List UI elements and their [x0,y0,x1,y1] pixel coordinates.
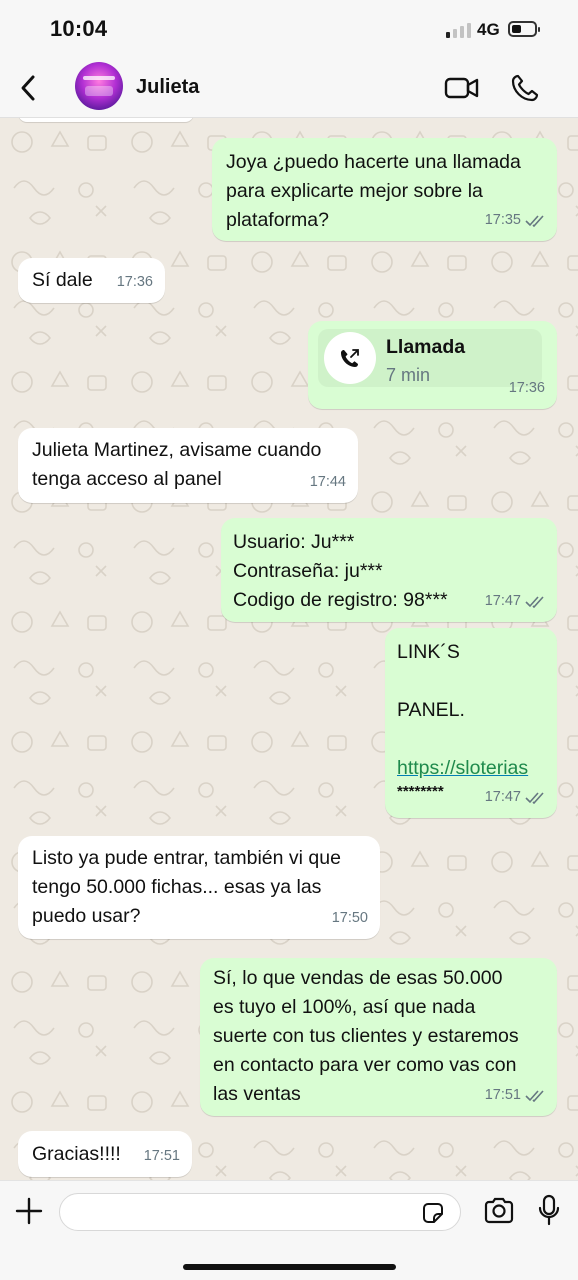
previous-message-bubble [18,118,194,122]
message-time: 17:51 [484,1087,521,1103]
message-text: Usuario: Ju*** Contraseña: ju*** Codigo … [233,531,448,611]
message-time: 17:35 [484,212,521,228]
video-call-button[interactable] [444,74,480,102]
message-bubble-incoming[interactable]: Listo ya pude entrar, también vi que ten… [18,836,380,939]
message-meta: 17:44 [310,468,346,497]
message-bubble-outgoing-link[interactable]: LINK´S PANEL. https://sloterias ********… [385,628,557,818]
message-bubble-outgoing[interactable]: Sí, lo que vendas de esas 50.000 es tuyo… [200,958,557,1116]
message-time: 17:51 [143,1148,180,1164]
message-time: 17:36 [508,380,545,396]
message-bubble-incoming[interactable]: Sí dale 17:36 [18,258,165,303]
message-text: Julieta Martinez, avisame cuando tenga a… [32,439,322,490]
message-meta: 17:36 [509,374,545,403]
message-bubble-incoming[interactable]: Gracias!!!! 17:51 [18,1131,192,1177]
voice-call-button[interactable] [509,72,541,104]
signal-strength-icon [446,22,472,38]
message-time: 17:47 [484,789,521,805]
status-time: 10:04 [50,16,108,41]
status-bar: 10:04 4G [0,0,578,58]
message-text: Sí, lo que vendas de esas 50.000 es tuyo… [213,967,519,1105]
message-meta: 17:50 [332,904,368,933]
contact-avatar[interactable] [75,62,123,110]
call-duration: 7 min [386,365,431,385]
double-check-icon [525,214,544,227]
message-meta: 17:47 [485,587,545,616]
message-time: 17:47 [484,593,521,609]
chevron-left-icon [21,75,35,101]
outgoing-call-icon [341,349,359,367]
message-meta: 17:35 [485,206,545,235]
contact-name[interactable]: Julieta [136,76,199,99]
call-title: Llamada [386,336,466,358]
network-label: 4G [477,20,500,39]
message-bubble-outgoing[interactable]: Usuario: Ju*** Contraseña: ju*** Codigo … [221,518,557,622]
message-meta: 17:51 [144,1142,180,1171]
video-camera-icon [444,77,479,99]
masked-text: ******** [397,783,444,800]
battery-icon [508,21,540,37]
message-text: Listo ya pude entrar, también vi que ten… [32,847,341,927]
message-time: 17:50 [331,910,368,926]
message-input[interactable] [59,1193,461,1231]
camera-button[interactable] [483,1197,515,1225]
chat-area[interactable]: Joya ¿puedo hacerte una llamada para exp… [0,118,578,1180]
message-time: 17:44 [309,474,346,490]
message-meta: 17:36 [117,268,153,297]
attach-button[interactable] [14,1196,44,1226]
double-check-icon [525,1089,544,1102]
message-text: Sí dale [32,269,93,291]
microphone-icon [538,1194,560,1226]
chat-header: Julieta [0,58,578,118]
plus-icon [15,1197,43,1225]
microphone-button[interactable] [537,1194,561,1228]
message-text: Joya ¿puedo hacerte una llamada para exp… [226,151,521,231]
battery-level [512,25,522,33]
message-text: Gracias!!!! [32,1143,121,1165]
message-bubble-outgoing[interactable]: Joya ¿puedo hacerte una llamada para exp… [212,138,557,241]
sticker-icon [423,1203,443,1223]
back-button[interactable] [14,72,44,104]
call-message-bubble[interactable]: Llamada 7 min 17:36 [308,321,557,409]
message-text-line: LINK´S [397,641,460,663]
message-meta: 17:51 [485,1081,545,1110]
message-meta: 17:47 [485,783,545,812]
sticker-button[interactable] [420,1200,446,1226]
camera-icon [484,1197,514,1224]
phone-icon [511,74,539,102]
message-link[interactable]: https://sloterias [397,754,528,783]
input-bar [0,1180,578,1280]
home-indicator [183,1264,396,1270]
double-check-icon [525,595,544,608]
message-time: 17:36 [116,274,153,290]
message-text-line: PANEL. [397,699,465,721]
message-bubble-incoming[interactable]: Julieta Martinez, avisame cuando tenga a… [18,428,358,503]
double-check-icon [525,791,544,804]
call-icon-circle [324,332,376,384]
